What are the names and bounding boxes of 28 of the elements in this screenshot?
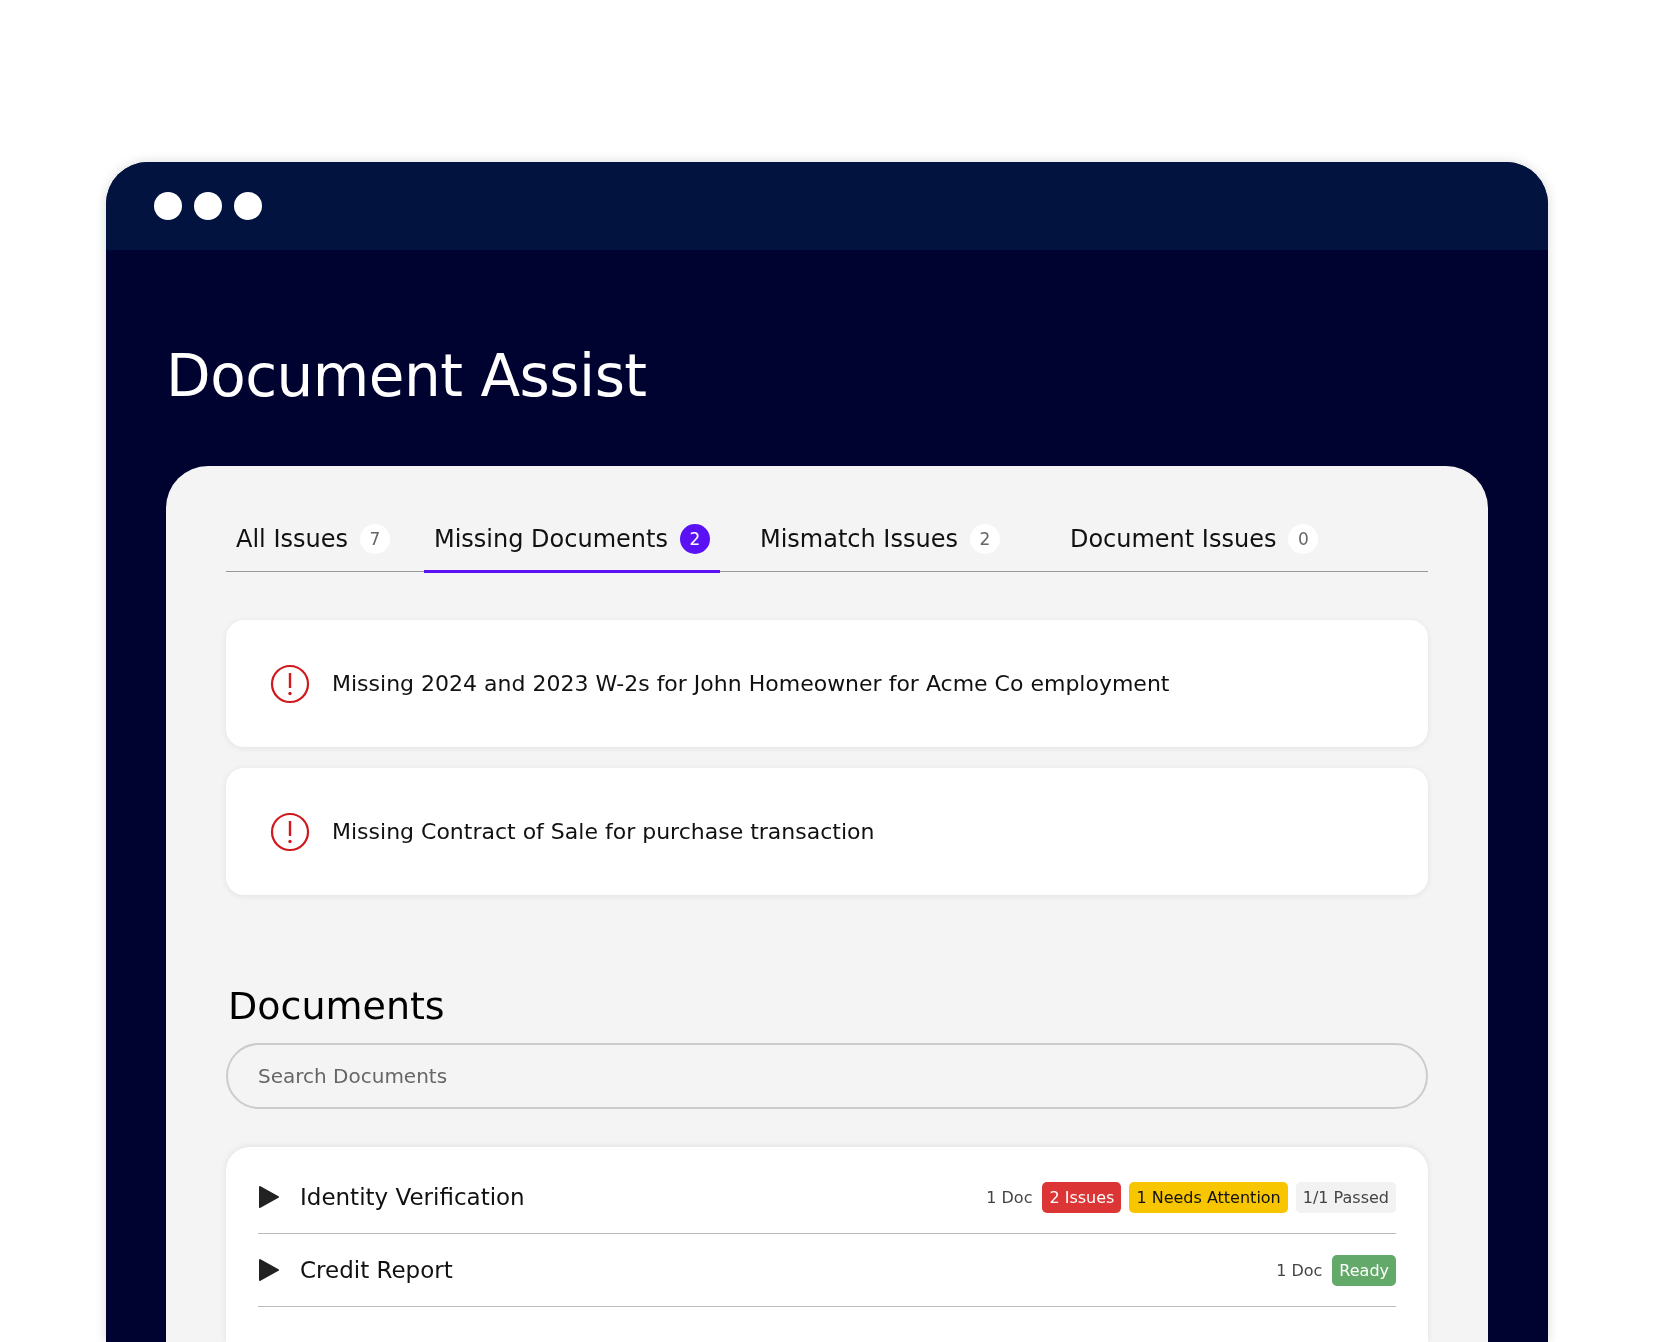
section-title: Documents <box>228 983 446 1030</box>
tab[interactable]: All Issues 7 <box>226 510 400 573</box>
alert-text: Missing 2024 and 2023 W-2s for John Homeowner for Acme Co employment <box>332 671 1170 696</box>
alert-text: Missing Contract of Sale for purchase transaction <box>332 819 875 844</box>
caret-icon[interactable] <box>258 1185 280 1209</box>
status-badge: 2 Issues <box>1042 1181 1122 1213</box>
caret-icon[interactable] <box>258 1258 280 1282</box>
page-title: Document Assist <box>166 341 648 412</box>
count-badge: 2 <box>679 524 710 554</box>
doc-count: 1 Doc <box>986 1187 1033 1207</box>
count-badge: 7 <box>359 524 390 554</box>
tab[interactable]: Mismatch Issues 2 <box>749 510 1010 573</box>
window-control-dot[interactable] <box>194 192 222 220</box>
count-badge: 2 <box>969 524 1000 554</box>
doc-count: 1 Doc <box>1276 1260 1323 1280</box>
count-badge: 0 <box>1288 524 1319 554</box>
document-name[interactable]: Identity Verification <box>300 1184 967 1210</box>
warning-icon <box>270 811 310 852</box>
search-field[interactable]: Search Documents <box>226 1043 1428 1109</box>
warning-icon <box>270 663 310 704</box>
status-badge: 1/1 Passed <box>1295 1181 1396 1213</box>
window-control-dot[interactable] <box>234 192 262 220</box>
document-name[interactable]: Credit Report <box>300 1257 1257 1283</box>
status-badge: Ready <box>1332 1254 1396 1286</box>
status-badge: 1 Needs Attention <box>1129 1181 1288 1213</box>
tab[interactable]: Missing Documents 2 <box>423 510 720 573</box>
tab[interactable]: Document Issues 0 <box>1059 510 1329 573</box>
window-control-dot[interactable] <box>154 192 182 220</box>
